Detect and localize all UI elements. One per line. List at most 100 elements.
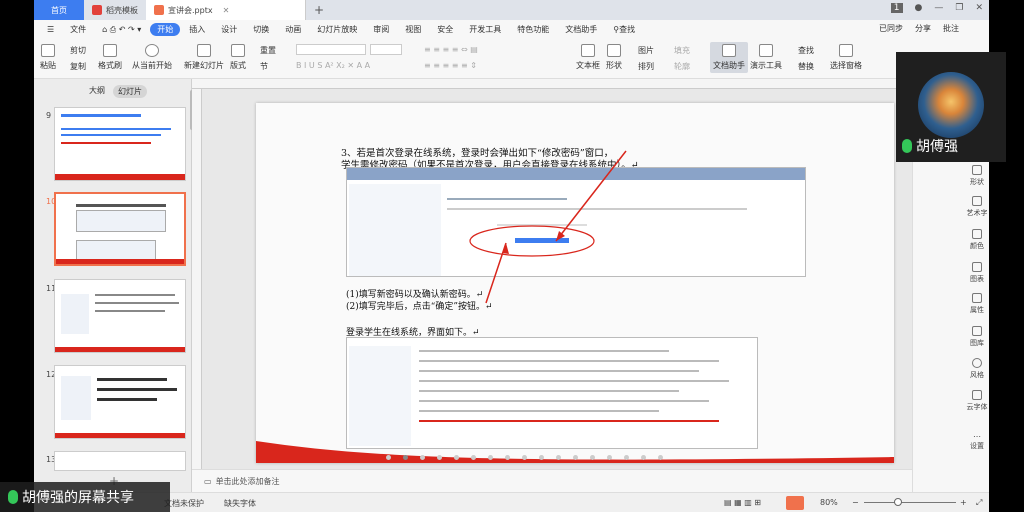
notes-pane[interactable]: ▭ 单击此处添加备注 xyxy=(192,469,912,492)
thumb-sidebar xyxy=(61,294,89,334)
hamburger-icon[interactable]: ☰ xyxy=(40,25,61,34)
section-button[interactable]: 节 xyxy=(260,61,268,72)
replace-button[interactable]: 替换 xyxy=(798,61,814,72)
notes-icon: ▭ xyxy=(204,476,212,486)
tool-shape[interactable]: 形状 xyxy=(964,165,990,187)
tool-settings[interactable]: ⋯ 设置 xyxy=(964,432,990,451)
menu-search[interactable]: ⚲查找 xyxy=(606,24,642,35)
fill-button[interactable]: 填充 xyxy=(674,45,690,56)
zoom-level[interactable]: 80% xyxy=(820,498,838,507)
new-slide-button[interactable]: 新建幻灯片 xyxy=(184,44,224,71)
doc-protect-status[interactable]: 文档未保护 xyxy=(164,498,204,509)
restore-icon[interactable]: ❐ xyxy=(955,3,963,13)
participant-video-tile[interactable]: 胡傅强 xyxy=(896,52,1006,162)
presenter-icon xyxy=(759,44,773,57)
vertical-ruler xyxy=(192,89,202,469)
menu-slideshow[interactable]: 幻灯片放映 xyxy=(310,24,364,35)
tool-chart[interactable]: 图表 xyxy=(964,262,990,284)
current-slide[interactable]: 3、若是首次登录在线系统，登录时会弹出如下“修改密码”窗口， 学生需修改密码（如… xyxy=(256,103,894,463)
play-slideshow-button[interactable] xyxy=(786,496,804,510)
missing-font-status[interactable]: 缺失字体 xyxy=(224,498,256,509)
new-tab-icon[interactable]: + xyxy=(306,3,332,17)
doc-helper-icon xyxy=(722,44,736,57)
tool-wordart[interactable]: 艺术字 xyxy=(964,196,990,218)
paste-icon xyxy=(41,44,55,57)
fit-window-icon[interactable]: ⤢ xyxy=(976,498,982,508)
paragraph-buttons[interactable]: ≡ ≡ ≡ ≡ ⇔ ▤ xyxy=(424,45,478,54)
paste-button[interactable]: 粘贴 xyxy=(40,44,56,71)
slide-thumbnail-9[interactable] xyxy=(54,107,186,181)
menu-security[interactable]: 安全 xyxy=(430,24,460,35)
slide-thumbnail-11[interactable] xyxy=(54,279,186,353)
status-bar: 文档未保护 缺失字体 ▤ ▦ ▥ ⊞ 80% − + ⤢ xyxy=(34,492,989,512)
shape-button[interactable]: 形状 xyxy=(606,44,622,71)
zoom-out-icon[interactable]: − xyxy=(852,498,859,507)
tool-cloud-font[interactable]: 云字体 xyxy=(964,390,990,412)
layout-button[interactable]: 版式 xyxy=(230,44,246,71)
zoom-slider[interactable] xyxy=(864,502,956,503)
screen-share-label: 胡傅强的屏幕共享 xyxy=(0,482,170,512)
menu-features[interactable]: 特色功能 xyxy=(510,24,556,35)
presenter-tools-button[interactable]: 演示工具 xyxy=(750,44,782,71)
close-tab-icon[interactable]: ✕ xyxy=(223,6,230,15)
play-from-current-button[interactable]: 从当前开始 xyxy=(132,44,172,71)
comment-button[interactable]: 批注 xyxy=(943,23,959,34)
minimize-icon[interactable]: — xyxy=(934,3,943,13)
thumb-text-line xyxy=(97,398,157,401)
menu-home[interactable]: 开始 xyxy=(150,23,181,36)
font-style-buttons[interactable]: B I U S A² X₂ ✕ A A xyxy=(296,61,370,70)
select-pane-icon xyxy=(839,44,853,57)
tab-outline[interactable]: 大纲 xyxy=(89,85,105,98)
tool-properties-label: 属性 xyxy=(970,306,984,314)
zoom-in-icon[interactable]: + xyxy=(960,498,967,507)
menu-transition[interactable]: 切换 xyxy=(246,24,276,35)
zoom-slider-handle[interactable] xyxy=(894,498,902,506)
alignment-buttons[interactable]: ≡ ≡ ≡ ≡ ≡ ⇕ xyxy=(424,61,477,70)
menu-design[interactable]: 设计 xyxy=(214,24,244,35)
tab-template[interactable]: 稻壳模板 xyxy=(84,0,146,20)
format-painter-button[interactable]: 格式刷 xyxy=(98,44,122,71)
shape-icon xyxy=(607,44,621,57)
copy-button[interactable]: 复制 xyxy=(70,61,86,72)
user-avatar-icon[interactable]: ● xyxy=(915,3,923,13)
tool-color[interactable]: 颜色 xyxy=(964,229,990,251)
menu-insert[interactable]: 插入 xyxy=(182,24,212,35)
slide-thumbnail-10-selected[interactable] xyxy=(54,192,186,266)
reset-button[interactable]: 重置 xyxy=(260,45,276,56)
tab-document[interactable]: 宣讲会.pptx ✕ xyxy=(146,0,306,20)
font-size-select[interactable] xyxy=(370,44,402,55)
page-dot xyxy=(607,455,612,460)
quick-access-icons[interactable]: ⌂ ⎙ ↶ ↷ ▾ xyxy=(95,25,148,35)
tab-slides[interactable]: 幻灯片 xyxy=(113,85,147,98)
screenshot-line xyxy=(419,380,729,382)
menu-file[interactable]: 文件 xyxy=(63,24,93,35)
slide-thumbnail-12[interactable] xyxy=(54,365,186,439)
menu-view[interactable]: 视图 xyxy=(398,24,428,35)
doc-helper-button[interactable]: 文档助手 xyxy=(710,42,748,73)
cut-button[interactable]: 剪切 xyxy=(70,45,86,56)
outline-button[interactable]: 轮廓 xyxy=(674,61,690,72)
menu-animation[interactable]: 动画 xyxy=(278,24,308,35)
menu-review[interactable]: 审阅 xyxy=(366,24,396,35)
sync-status[interactable]: 已同步 xyxy=(879,23,903,34)
share-button[interactable]: 分享 xyxy=(915,23,931,34)
left-black-border xyxy=(0,0,34,512)
select-pane-button[interactable]: 选择窗格 xyxy=(830,44,862,71)
picture-button[interactable]: 图片 xyxy=(638,45,654,56)
tool-style[interactable]: 风格 xyxy=(964,358,990,380)
view-mode-icons[interactable]: ▤ ▦ ▥ ⊞ xyxy=(724,498,761,507)
menu-doc-helper[interactable]: 文档助手 xyxy=(558,24,604,35)
find-button[interactable]: 查找 xyxy=(798,45,814,56)
textbox-button[interactable]: 文本框 xyxy=(576,44,600,71)
tab-home[interactable]: 首页 xyxy=(34,0,84,20)
slide-editing-area: 3、若是首次登录在线系统，登录时会弹出如下“修改密码”窗口， 学生需修改密码（如… xyxy=(192,79,912,469)
tool-library[interactable]: 图库 xyxy=(964,326,990,348)
doc-helper-label: 文档助手 xyxy=(713,61,745,70)
close-window-icon[interactable]: ✕ xyxy=(975,3,983,13)
step-2-text[interactable]: (2)填写完毕后，点击“确定”按钮。↵ xyxy=(346,299,493,312)
menu-developer[interactable]: 开发工具 xyxy=(462,24,508,35)
font-family-select[interactable] xyxy=(296,44,366,55)
arrange-button[interactable]: 排列 xyxy=(638,61,654,72)
tool-properties[interactable]: 属性 xyxy=(964,293,990,315)
slide-thumbnail-13[interactable] xyxy=(54,451,186,471)
